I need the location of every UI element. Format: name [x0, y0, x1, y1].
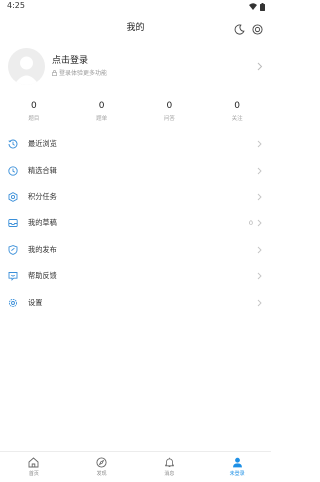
tab-home[interactable]: 首页 [0, 452, 68, 482]
tab-label: 发现 [96, 471, 107, 477]
user-icon [232, 457, 242, 468]
chevron-right-icon [257, 140, 262, 148]
feedback-icon [8, 272, 18, 282]
stat-value: 0 [166, 101, 173, 111]
tab-messages[interactable]: 消息 [136, 452, 204, 482]
menu-list: 最近浏览 精选合辑 积分任务 我的草稿 0 我的发布 帮助反馈 设置 [0, 131, 271, 316]
battery-icon [260, 2, 265, 11]
stat-following[interactable]: 0 关注 [203, 101, 271, 125]
stat-value: 0 [234, 101, 240, 111]
menu-item-publications[interactable]: 我的发布 [0, 237, 271, 263]
draft-icon [8, 219, 18, 228]
login-hint-text: 登录体验更多功能 [59, 70, 108, 77]
chevron-right-icon [257, 62, 263, 71]
status-time: 4:25 [7, 1, 25, 10]
menu-label: 帮助反馈 [28, 271, 57, 281]
chevron-right-icon [257, 167, 262, 174]
stat-question-lists[interactable]: 0 题单 [68, 101, 136, 125]
wifi-icon [249, 3, 257, 10]
menu-item-points-tasks[interactable]: 积分任务 [0, 184, 271, 210]
stat-value: 0 [98, 101, 105, 111]
stat-label: 题目 [28, 116, 40, 122]
menu-label: 积分任务 [28, 191, 57, 201]
stat-label: 题单 [96, 116, 108, 122]
status-bar: 4:25 [0, 0, 271, 13]
tab-profile[interactable]: 未登录 [203, 452, 271, 482]
stat-questions[interactable]: 0 题目 [0, 101, 68, 125]
bottom-tab-bar: 首页 发现 消息 未登录 [0, 451, 271, 482]
history-icon [8, 139, 18, 149]
stat-label: 关注 [231, 116, 243, 122]
status-icons [249, 2, 265, 11]
chevron-right-icon [257, 193, 262, 201]
chevron-right-icon [257, 246, 262, 254]
stat-label: 问答 [163, 116, 175, 122]
home-icon [28, 457, 39, 468]
tab-label: 消息 [164, 471, 175, 477]
lock-icon [52, 69, 57, 76]
tab-discover[interactable]: 发现 [68, 452, 136, 482]
page-title: 我的 [126, 23, 145, 33]
menu-label: 设置 [28, 297, 43, 307]
tab-label: 首页 [28, 471, 39, 477]
chevron-right-icon [257, 220, 262, 227]
menu-item-collections[interactable]: 精选合辑 [0, 157, 271, 183]
menu-item-settings[interactable]: 设置 [0, 289, 271, 315]
task-icon [8, 192, 18, 202]
bell-icon [165, 457, 174, 467]
header-actions [234, 20, 263, 35]
menu-label: 我的发布 [28, 244, 57, 254]
compass-icon [96, 457, 107, 468]
publish-icon [8, 244, 18, 255]
draft-count: 0 [248, 219, 253, 228]
settings-icon [8, 298, 18, 307]
menu-item-help-feedback[interactable]: 帮助反馈 [0, 263, 271, 289]
login-link[interactable]: 点击登录 [52, 53, 88, 66]
menu-item-drafts[interactable]: 我的草稿 0 [0, 210, 271, 236]
menu-label: 我的草稿 [28, 218, 57, 228]
stats-row: 0 题目 0 题单 0 问答 0 关注 [0, 101, 271, 125]
chevron-right-icon [257, 299, 262, 306]
menu-label: 精选合辑 [28, 165, 57, 175]
dark-mode-icon[interactable] [234, 20, 245, 35]
stat-qa[interactable]: 0 问答 [136, 101, 204, 125]
login-hint: 登录体验更多功能 [52, 68, 107, 77]
header: 我的 [0, 13, 271, 39]
profile-card[interactable]: 点击登录 登录体验更多功能 [0, 44, 271, 92]
avatar[interactable] [8, 48, 45, 85]
collection-icon [8, 165, 18, 176]
stat-value: 0 [31, 101, 37, 111]
chevron-right-icon [257, 272, 262, 280]
menu-label: 最近浏览 [28, 139, 57, 149]
tab-label: 未登录 [229, 471, 245, 477]
menu-item-recent[interactable]: 最近浏览 [0, 131, 271, 157]
scan-icon[interactable] [252, 20, 263, 35]
